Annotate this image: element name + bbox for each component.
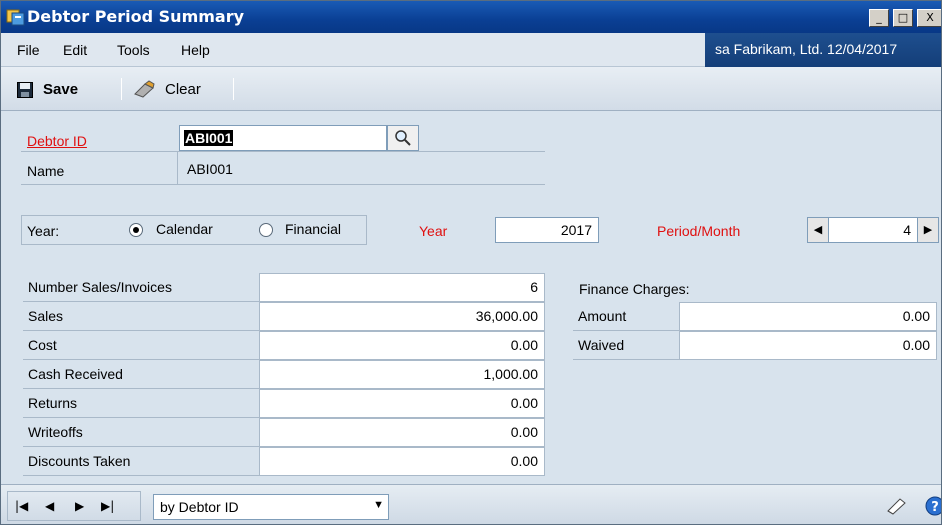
summary-value[interactable]: 1,000.00: [259, 360, 545, 389]
clear-label: Clear: [165, 80, 201, 98]
menu-help[interactable]: Help: [181, 42, 210, 58]
save-button[interactable]: Save: [17, 81, 78, 98]
debtor-id-input[interactable]: ABI001: [179, 125, 387, 151]
maximize-button[interactable]: □: [893, 9, 913, 27]
clear-button[interactable]: Clear: [133, 80, 201, 98]
menu-tools[interactable]: Tools: [117, 42, 150, 58]
summary-label: Sales: [23, 302, 259, 331]
app-icon: [6, 9, 25, 26]
year-type-label: Year:: [27, 223, 60, 239]
summary-value[interactable]: 0.00: [259, 418, 545, 447]
calendar-label: Calendar: [156, 221, 213, 237]
toolbar-divider: [121, 78, 122, 100]
summary-value[interactable]: 0.00: [259, 331, 545, 360]
menu-bar: File Edit Tools Help sa Fabrikam, Ltd. 1…: [1, 33, 941, 67]
summary-value[interactable]: 0.00: [259, 447, 545, 476]
financial-label: Financial: [285, 221, 342, 237]
calendar-radio[interactable]: [129, 223, 143, 237]
sort-order-select[interactable]: by Debtor ID ▼: [153, 494, 389, 520]
search-icon: [395, 130, 411, 146]
finance-amount-value[interactable]: 0.00: [679, 302, 937, 331]
toolbar-divider: [233, 78, 234, 100]
lookup-button[interactable]: [387, 125, 419, 151]
year-label: Year: [419, 223, 448, 239]
period-increment-button[interactable]: ▶: [917, 217, 939, 243]
finance-amount-label: Amount: [573, 302, 679, 331]
record-navigation-bar: |◀ ◀ ▶ ▶| by Debtor ID ▼ ?: [1, 484, 942, 524]
form-area: Debtor ID ABI001 Name ABI001 Year: Calen…: [1, 111, 941, 484]
close-button[interactable]: X: [917, 9, 941, 27]
sort-order-value: by Debtor ID: [160, 499, 239, 515]
debtor-id-label[interactable]: Debtor ID: [27, 133, 87, 149]
summary-label: Discounts Taken: [23, 447, 259, 476]
chevron-down-icon: ▼: [373, 499, 384, 511]
summary-label: Returns: [23, 389, 259, 418]
period-input[interactable]: 4: [829, 217, 917, 243]
summary-label: Number Sales/Invoices: [23, 273, 259, 302]
summary-label: Writeoffs: [23, 418, 259, 447]
help-icon[interactable]: ?: [925, 496, 942, 516]
note-icon[interactable]: [885, 497, 907, 515]
minimize-button[interactable]: _: [869, 9, 889, 27]
summary-value[interactable]: 36,000.00: [259, 302, 545, 331]
finance-charges-heading: Finance Charges:: [579, 281, 690, 297]
next-record-icon[interactable]: ▶: [75, 499, 84, 513]
debtor-id-value: ABI001: [184, 130, 234, 146]
period-decrement-button[interactable]: ◀: [807, 217, 829, 243]
menu-file[interactable]: File: [17, 42, 40, 58]
financial-radio[interactable]: [259, 223, 273, 237]
floppy-disk-icon: [17, 81, 33, 98]
title-bar: Debtor Period Summary _ □ X: [1, 1, 941, 33]
menu-edit[interactable]: Edit: [63, 42, 87, 58]
name-label: Name: [27, 163, 65, 179]
summary-value[interactable]: 0.00: [259, 389, 545, 418]
debtor-period-summary-window: Debtor Period Summary _ □ X File Edit To…: [0, 0, 942, 525]
name-value: ABI001: [187, 161, 233, 177]
period-label: Period/Month: [657, 223, 741, 239]
year-input[interactable]: 2017: [495, 217, 599, 243]
save-label: Save: [43, 81, 79, 98]
last-record-icon[interactable]: ▶|: [101, 499, 114, 513]
window-title: Debtor Period Summary: [27, 7, 245, 26]
company-date-bar: sa Fabrikam, Ltd. 12/04/2017: [705, 33, 941, 67]
summary-label: Cash Received: [23, 360, 259, 389]
divider: [177, 151, 178, 185]
eraser-icon: [134, 80, 155, 98]
name-row: [21, 151, 545, 185]
first-record-icon[interactable]: |◀: [15, 499, 28, 513]
summary-value[interactable]: 6: [259, 273, 545, 302]
toolbar: Save Clear: [1, 67, 941, 111]
finance-waived-value[interactable]: 0.00: [679, 331, 937, 360]
svg-text:?: ?: [931, 500, 939, 515]
summary-label: Cost: [23, 331, 259, 360]
finance-waived-label: Waived: [573, 331, 679, 360]
previous-record-icon[interactable]: ◀: [45, 499, 54, 513]
